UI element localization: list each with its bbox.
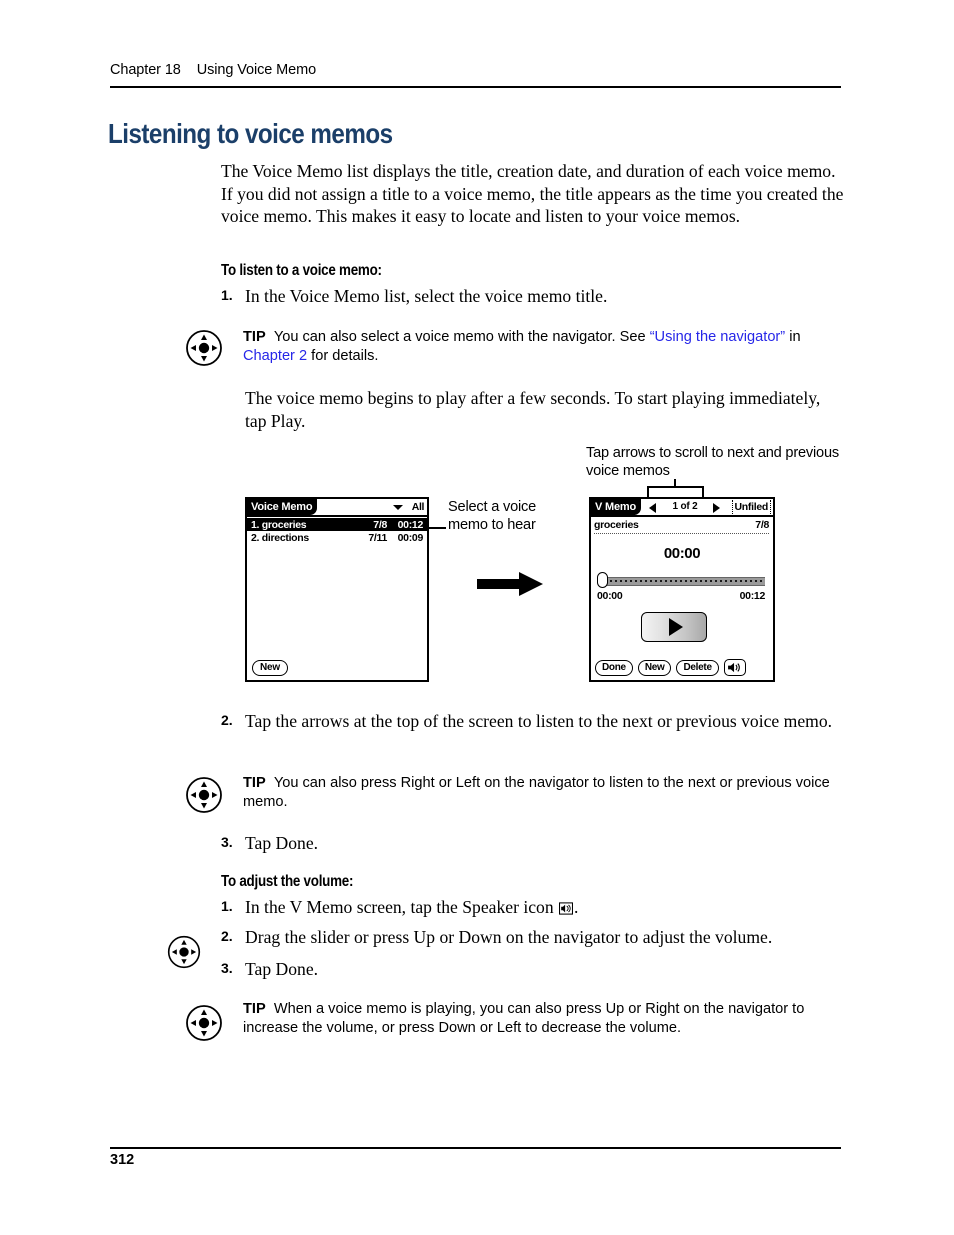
header-rule (110, 86, 841, 89)
tip-text: You can also press Right or Left on the … (243, 775, 830, 810)
end-time: 00:12 (739, 590, 766, 602)
flow-arrow-icon (477, 570, 543, 598)
memo-duration: 00:09 (397, 532, 424, 544)
v-memo-title: V Memo (591, 499, 641, 515)
memo-duration: 00:12 (397, 519, 424, 531)
listen-step-3-text: Tap Done. (245, 833, 319, 853)
callout-select-voice-memo: Select a voice memo to hear (448, 499, 537, 534)
listen-step-3: 3. Tap Done. (221, 832, 841, 854)
memo-date: 7/8 (753, 519, 769, 531)
v-memo-button-bar: Done New Delete (595, 659, 746, 676)
intro-paragraph: The Voice Memo list displays the title, … (221, 161, 844, 226)
list-item[interactable]: 1. groceries 7/8 00:12 (247, 518, 427, 531)
voice-memo-rows: 1. groceries 7/8 00:12 2. directions 7/1… (247, 517, 427, 544)
paragraph-after-tip: The voice memo begins to play after a fe… (245, 388, 821, 431)
volume-step-3-text: Tap Done. (245, 959, 319, 979)
start-time: 00:00 (597, 590, 623, 602)
running-head-chapter: Chapter 18 (110, 62, 181, 78)
volume-step-2-number: 2. (221, 928, 233, 944)
listen-step-2: 2. Tap the arrows at the top of the scre… (221, 710, 841, 732)
done-button[interactable]: Done (595, 659, 633, 676)
v-memo-titlebar: V Memo 1 of 2 Unfiled (591, 499, 773, 517)
footer-rule (110, 1147, 841, 1150)
volume-step-3: 3. Tap Done. (221, 958, 841, 980)
tip-volume-navigator: TIP When a voice memo is playing, you ca… (243, 1000, 841, 1038)
listen-step-1-number: 1. (221, 287, 233, 303)
memo-date: 7/11 (368, 532, 387, 544)
slider-thumb[interactable] (597, 572, 608, 588)
volume-step-1-text-before: In the V Memo screen, tap the Speaker ic… (245, 897, 559, 917)
listen-step-3-number: 3. (221, 834, 233, 850)
link-chapter-2[interactable]: Chapter 2 (243, 348, 307, 364)
previous-memo-arrow-icon[interactable] (649, 503, 656, 513)
tip-text-mid: in (785, 329, 801, 345)
subhead-volume: To adjust the volume: (221, 873, 354, 890)
speaker-icon[interactable] (723, 659, 746, 676)
voice-memo-list-screen: Voice Memo All 1. groceries 7/8 00:12 2.… (245, 497, 429, 682)
new-button[interactable]: New (252, 660, 288, 676)
tip-text-after: for details. (307, 348, 379, 364)
tip-navigator-select: TIP You can also select a voice memo wit… (243, 328, 841, 366)
voice-memo-title: Voice Memo (247, 499, 318, 515)
list-item[interactable]: 2. directions 7/11 00:09 (247, 531, 427, 544)
tip-navigator-next-previous: TIP You can also press Right or Left on … (243, 774, 841, 812)
bracket-top (647, 486, 704, 488)
navigator-icon (184, 775, 224, 815)
next-memo-arrow-icon[interactable] (713, 503, 720, 513)
listen-step-2-number: 2. (221, 712, 233, 728)
volume-step-1-text: In the V Memo screen, tap the Speaker ic… (245, 896, 578, 918)
category-selector-label[interactable]: All (412, 500, 425, 514)
memo-title: 2. directions (251, 532, 309, 544)
playback-times: 00:00 00:12 (597, 590, 765, 602)
speaker-icon (559, 898, 574, 915)
chevron-down-icon[interactable] (393, 505, 403, 510)
listen-step-1: 1. In the Voice Memo list, select the vo… (221, 285, 841, 307)
link-using-the-navigator[interactable]: “Using the navigator” (650, 329, 785, 345)
voice-memo-titlebar: Voice Memo All (247, 499, 427, 517)
delete-button[interactable]: Delete (676, 659, 719, 676)
memo-title: 1. groceries (251, 519, 307, 531)
navigator-icon (184, 1003, 224, 1043)
volume-step-2: 2. Drag the slider or press Up or Down o… (221, 926, 841, 948)
volume-step-1-number: 1. (221, 898, 233, 914)
tip-label: TIP (243, 1001, 266, 1017)
page-title: Listening to voice memos (108, 118, 393, 149)
running-head-title: Using Voice Memo (196, 62, 317, 78)
memo-date: 7/8 (373, 519, 387, 531)
tip-label: TIP (243, 329, 266, 345)
page-number: 312 (110, 1152, 135, 1168)
running-head: Chapter 18 Using Voice Memo (110, 62, 840, 78)
slider-track-dots (605, 580, 765, 582)
callout-tap-arrows: Tap arrows to scroll to next and previou… (586, 445, 839, 480)
subhead-listen: To listen to a voice memo: (221, 262, 382, 279)
new-button[interactable]: New (637, 659, 672, 676)
navigator-icon (184, 328, 224, 368)
elapsed-time: 00:00 (663, 545, 701, 562)
tip-label: TIP (243, 775, 266, 791)
listen-step-1-text: In the Voice Memo list, select the voice… (245, 286, 608, 306)
play-triangle-icon (668, 618, 683, 636)
memo-header-row: groceries 7/8 (594, 519, 769, 534)
listen-step-2-text: Tap the arrows at the top of the screen … (245, 711, 833, 731)
tip-text: When a voice memo is playing, you can al… (243, 1001, 805, 1036)
navigator-icon (166, 934, 202, 970)
playback-slider[interactable] (597, 572, 765, 588)
slider-track[interactable] (605, 577, 765, 586)
volume-step-3-number: 3. (221, 960, 233, 976)
memo-counter: 1 of 2 (672, 501, 698, 512)
memo-name: groceries (594, 519, 641, 531)
tip-text-before: You can also select a voice memo with th… (273, 329, 650, 345)
volume-step-2-text: Drag the slider or press Up or Down on t… (245, 927, 773, 947)
volume-step-1-text-after: . (574, 897, 579, 917)
volume-step-1: 1. In the V Memo screen, tap the Speaker… (221, 896, 841, 918)
category-selector[interactable]: Unfiled (731, 500, 771, 514)
v-memo-player-screen: V Memo 1 of 2 Unfiled groceries 7/8 00:0… (589, 497, 775, 682)
play-button[interactable] (641, 612, 707, 642)
